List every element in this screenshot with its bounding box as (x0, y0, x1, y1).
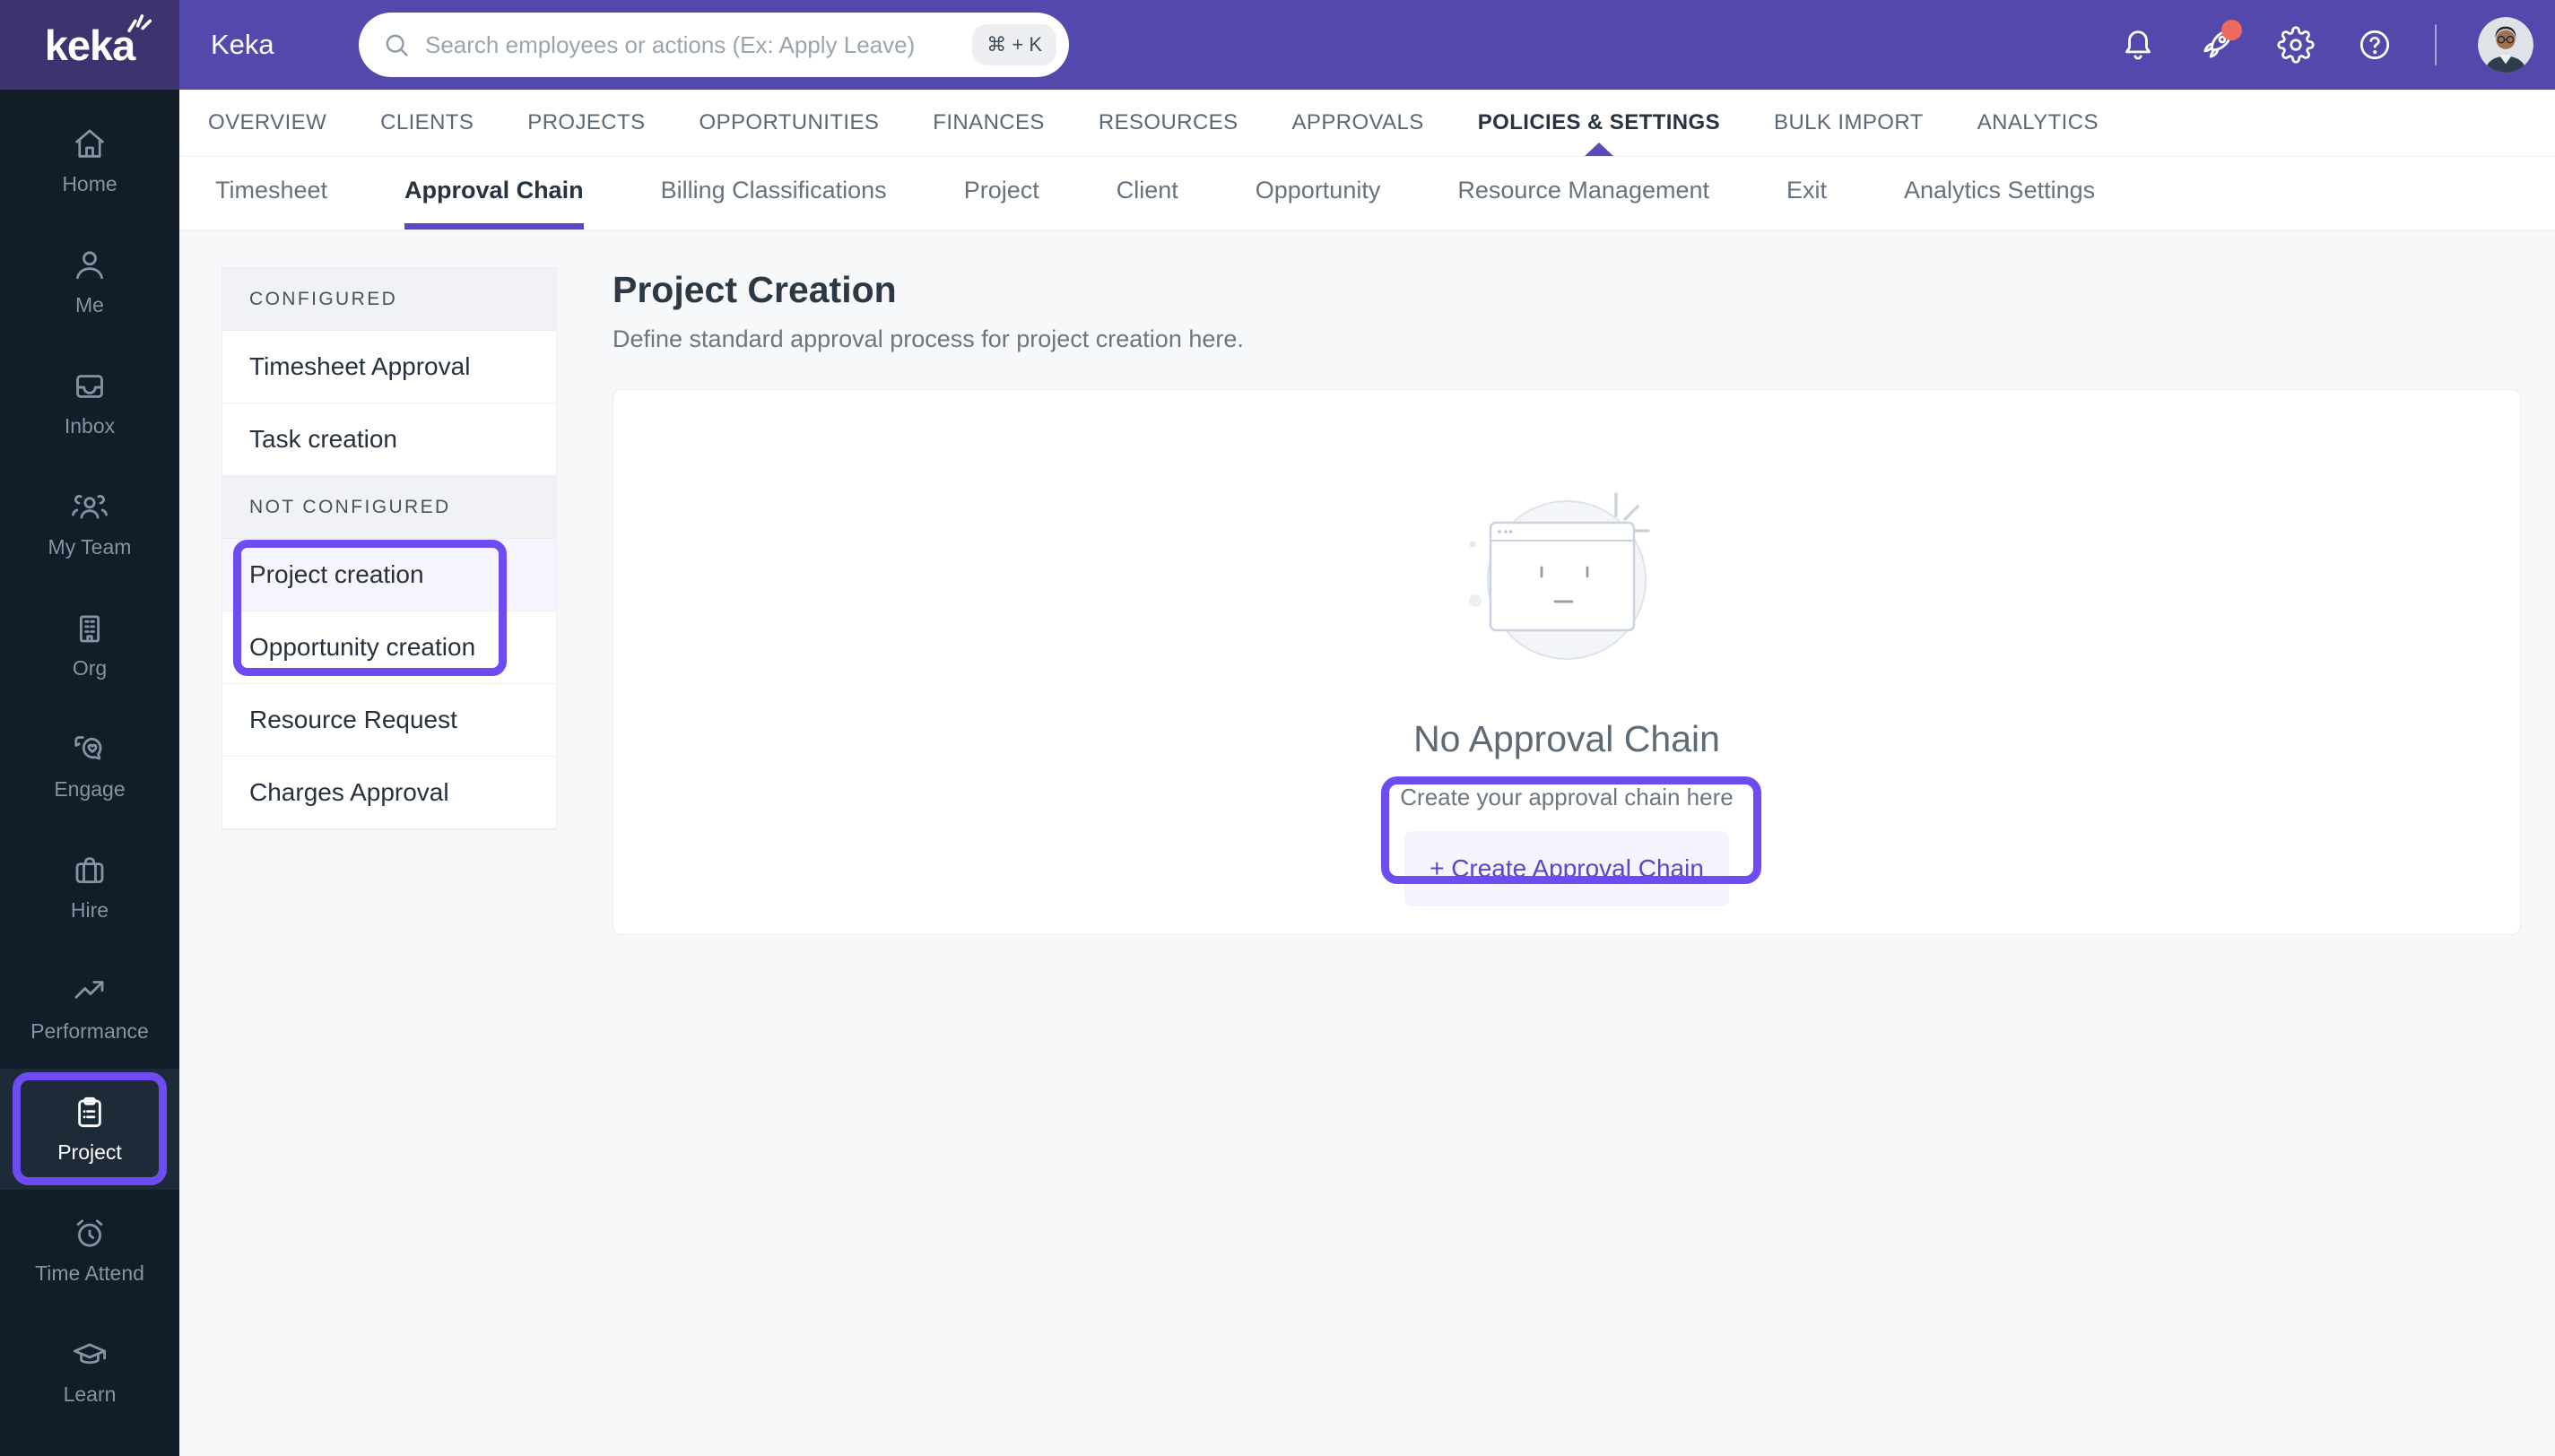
subtab-timesheet[interactable]: Timesheet (215, 157, 327, 230)
active-tab-pointer (1584, 143, 1613, 156)
briefcase-icon (71, 852, 109, 889)
tab-projects[interactable]: PROJECTS (527, 90, 645, 156)
sidebar-item-label: Org (72, 656, 108, 680)
empty-state-illustration (1464, 483, 1669, 673)
main-nav: OVERVIEW CLIENTS PROJECTS OPPORTUNITIES … (179, 90, 2555, 157)
keka-logo[interactable]: keka (0, 0, 179, 90)
sidebar-item-home[interactable]: Home (0, 100, 179, 221)
home-icon (71, 126, 109, 163)
empty-state-subtitle: Create your approval chain here (1400, 784, 1734, 810)
panel-item-opportunity-creation[interactable]: Opportunity creation (222, 611, 556, 684)
topbar-icons (2119, 0, 2533, 90)
tab-opportunities[interactable]: OPPORTUNITIES (700, 90, 880, 156)
sidebar-item-label: My Team (48, 535, 132, 559)
sidebar-item-label: Performance (30, 1019, 149, 1043)
subtab-project[interactable]: Project (964, 157, 1039, 230)
clipboard-icon (71, 1094, 109, 1131)
page-title: Project Creation (613, 269, 897, 310)
search-icon (382, 30, 411, 59)
tab-analytics[interactable]: ANALYTICS (1977, 90, 2099, 156)
keka-wordmark-text: keka (44, 21, 136, 69)
sidebar-item-label: Engage (54, 777, 126, 801)
whats-new-rocket-icon[interactable] (2198, 20, 2242, 64)
panel-section-header-configured: CONFIGURED (222, 268, 556, 331)
tab-bulk-import[interactable]: BULK IMPORT (1774, 90, 1924, 156)
subtab-approval-chain[interactable]: Approval Chain (404, 157, 584, 230)
tab-approvals[interactable]: APPROVALS (1292, 90, 1424, 156)
sidebar-item-inbox[interactable]: Inbox (0, 342, 179, 464)
building-icon (71, 610, 109, 647)
panel-item-charges-approval[interactable]: Charges Approval (222, 757, 556, 829)
sidebar-nav: Home Me Inbox My Team Org Engage Hire Pe… (0, 100, 179, 1432)
sub-nav: Timesheet Approval Chain Billing Classif… (179, 157, 2555, 231)
approval-chain-list-panel: CONFIGURED Timesheet Approval Task creat… (222, 267, 557, 830)
subtab-client[interactable]: Client (1117, 157, 1178, 230)
settings-gear-icon[interactable] (2277, 26, 2315, 64)
user-avatar[interactable] (2478, 17, 2533, 73)
tab-label: POLICIES & SETTINGS (1477, 110, 1721, 134)
sidebar-item-my-team[interactable]: My Team (0, 464, 179, 585)
sidebar-item-label: Home (62, 172, 117, 195)
sidebar-item-label: Time Attend (35, 1261, 144, 1285)
spark-icon (126, 10, 152, 33)
app-root: { "topbar": { "brand": "keka", "app_titl… (0, 0, 2555, 1456)
global-search: ⌘ + K (359, 13, 1069, 77)
tab-clients[interactable]: CLIENTS (380, 90, 474, 156)
empty-state-title: No Approval Chain (1413, 718, 1720, 759)
panel-section-header-not-configured: NOT CONFIGURED (222, 476, 556, 539)
tab-resources[interactable]: RESOURCES (1099, 90, 1238, 156)
sidebar-item-project[interactable]: Project (0, 1069, 179, 1190)
graduation-cap-icon (71, 1336, 109, 1374)
subtab-resource-management[interactable]: Resource Management (1457, 157, 1709, 230)
app-title: Keka (211, 29, 274, 60)
subtab-exit[interactable]: Exit (1786, 157, 1827, 230)
tab-finances[interactable]: FINANCES (933, 90, 1045, 156)
search-input[interactable] (411, 30, 973, 59)
trend-up-icon (71, 973, 109, 1010)
chat-heart-icon (71, 731, 109, 768)
sidebar-item-label: Project (57, 1140, 122, 1164)
sidebar-item-label: Me (75, 293, 104, 316)
sidebar-item-hire[interactable]: Hire (0, 827, 179, 948)
tab-overview[interactable]: OVERVIEW (208, 90, 326, 156)
sidebar-item-engage[interactable]: Engage (0, 706, 179, 827)
sidebar-item-time-attend[interactable]: Time Attend (0, 1190, 179, 1311)
panel-item-project-creation[interactable]: Project creation (222, 539, 556, 611)
panel-item-resource-request[interactable]: Resource Request (222, 684, 556, 757)
sidebar-item-label: Inbox (64, 414, 116, 438)
team-icon (71, 489, 109, 526)
topbar: Keka ⌘ + K (179, 0, 2555, 90)
create-approval-chain-button[interactable]: + Create Approval Chain (1404, 831, 1729, 906)
sidebar-item-label: Learn (63, 1382, 117, 1406)
subtab-billing-classifications[interactable]: Billing Classifications (661, 157, 887, 230)
topbar-divider (2435, 24, 2437, 65)
help-icon[interactable] (2356, 26, 2394, 64)
sidebar-item-learn[interactable]: Learn (0, 1311, 179, 1432)
sidebar-item-org[interactable]: Org (0, 585, 179, 706)
sidebar-item-performance[interactable]: Performance (0, 948, 179, 1069)
content-area: CONFIGURED Timesheet Approval Task creat… (179, 231, 2555, 1456)
sidebar-item-me[interactable]: Me (0, 221, 179, 342)
main-column: Project Creation Define standard approva… (613, 231, 2521, 935)
user-icon (71, 247, 109, 284)
notifications-bell-icon[interactable] (2119, 26, 2157, 64)
notification-dot (2221, 20, 2242, 40)
panel-item-timesheet-approval[interactable]: Timesheet Approval (222, 331, 556, 403)
sidebar-item-label: Hire (70, 898, 109, 922)
inbox-icon (71, 368, 109, 405)
sidebar: keka Home Me Inbox My Team Org Engage Hi… (0, 0, 179, 1456)
empty-state-card: No Approval Chain Create your approval c… (613, 389, 2521, 935)
page-subtitle: Define standard approval process for pro… (613, 325, 1244, 352)
subtab-analytics-settings[interactable]: Analytics Settings (1904, 157, 2095, 230)
keka-wordmark: keka (44, 13, 152, 69)
alarm-clock-icon (71, 1215, 109, 1252)
panel-item-task-creation[interactable]: Task creation (222, 403, 556, 476)
tab-policies-settings[interactable]: POLICIES & SETTINGS (1478, 90, 1720, 156)
subtab-opportunity[interactable]: Opportunity (1256, 157, 1381, 230)
search-shortcut-badge: ⌘ + K (972, 24, 1056, 65)
